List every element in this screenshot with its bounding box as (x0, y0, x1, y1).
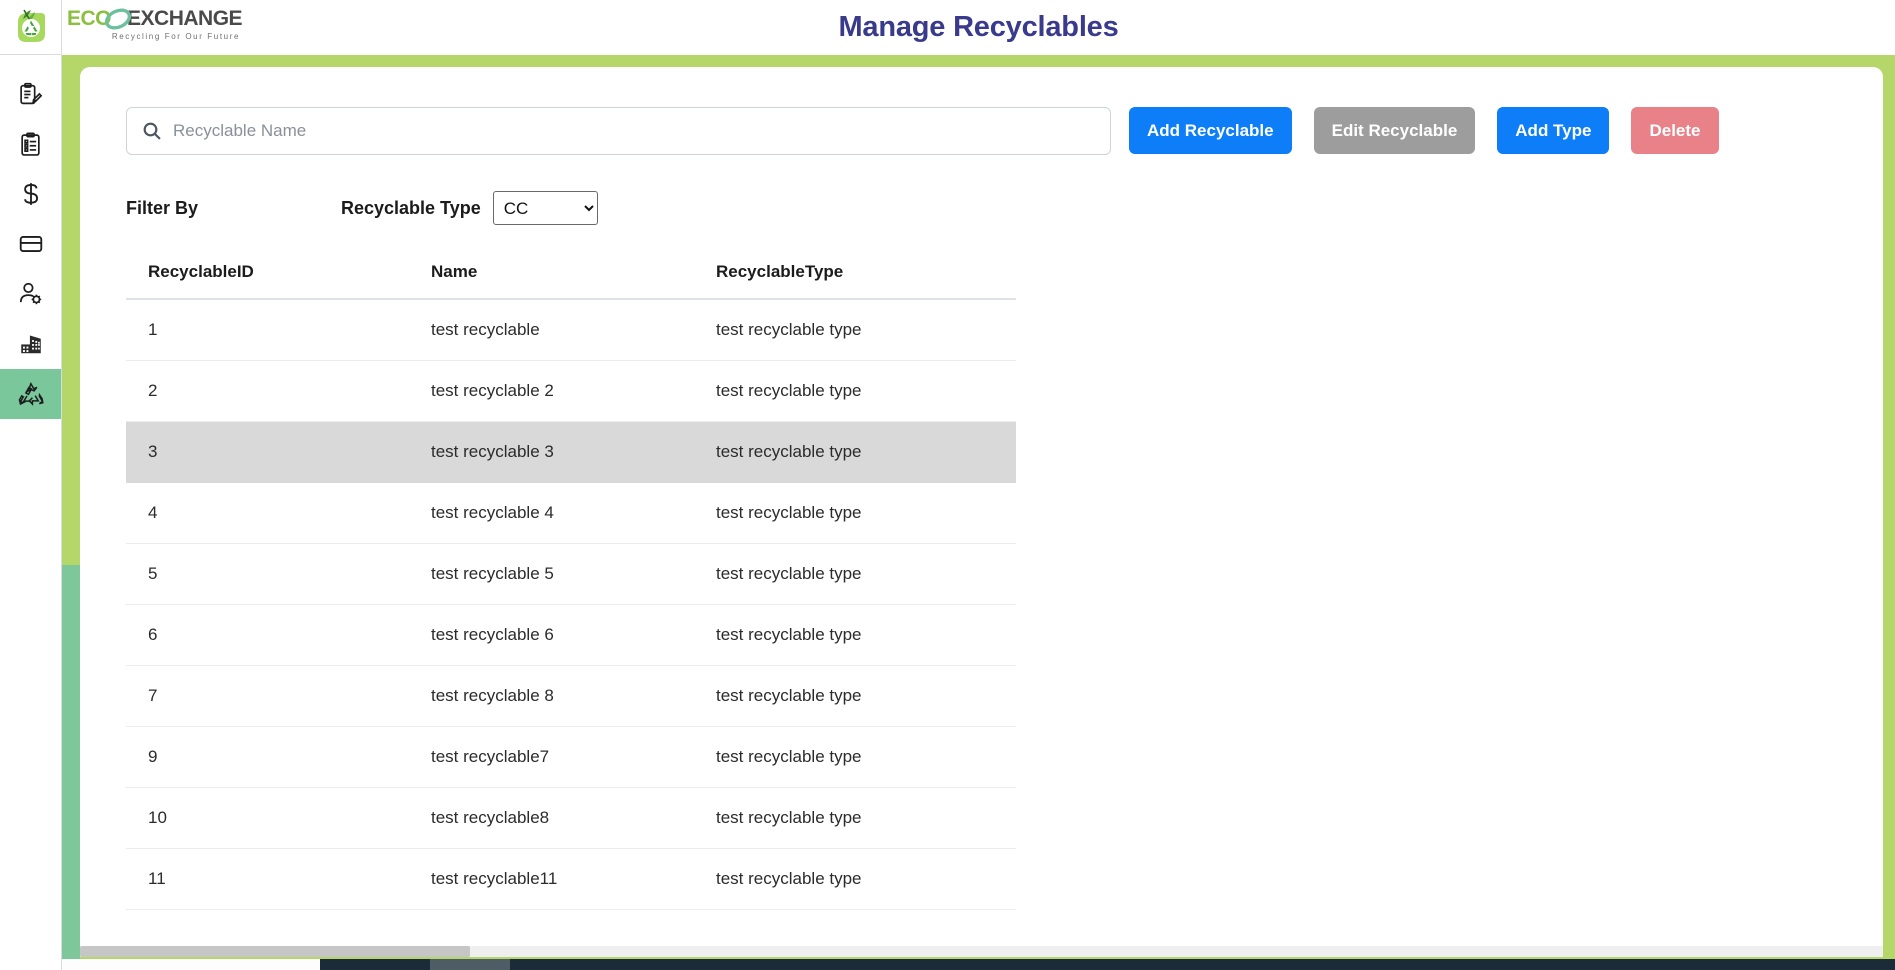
brand-exchange-text: EXCHANGE (127, 7, 243, 30)
add-recyclable-button[interactable]: Add Recyclable (1129, 107, 1292, 154)
sidebar-item-users[interactable] (0, 269, 61, 319)
table-row[interactable]: 11 test recyclable11 test recyclable type (126, 848, 1016, 910)
sidebar-item-requests[interactable] (0, 69, 61, 119)
table-row[interactable]: 4 test recyclable 4 test recyclable type (126, 482, 1016, 544)
table-header-row: RecyclableID Name RecyclableType (126, 248, 1016, 300)
cell-type: test recyclable type (716, 726, 1016, 788)
filter-by-label: Filter By (126, 197, 199, 218)
cell-name: test recyclable 5 (431, 543, 716, 605)
cell-name: test recyclable7 (431, 726, 716, 788)
card-icon (19, 236, 42, 252)
cell-name: test recyclable8 (431, 787, 716, 849)
table-head: RecyclableID Name RecyclableType (126, 248, 1016, 300)
column-header-recyclable-type[interactable]: RecyclableType (716, 248, 1016, 300)
recycle-icon (18, 381, 44, 406)
user-settings-icon (19, 282, 41, 305)
table-row[interactable]: 10 test recyclable8 test recyclable type (126, 787, 1016, 849)
sidebar-item-payments[interactable] (0, 169, 61, 219)
app-root: ECO EXCHANGE Recycling For Our Future Ma… (0, 0, 1895, 970)
recyclable-type-label: Recyclable Type (341, 197, 481, 218)
table-row[interactable]: 5 test recyclable 5 test recyclable type (126, 543, 1016, 605)
clipboard-pencil-icon (20, 82, 43, 104)
cell-id: 2 (126, 360, 431, 422)
cell-id: 1 (126, 299, 431, 361)
search-box (126, 107, 1111, 155)
recyclables-table: RecyclableID Name RecyclableType 1 test r… (126, 248, 1016, 910)
filter-row: Filter By Recyclable Type CC (126, 190, 1837, 226)
horizontal-scrollbar-thumb[interactable] (80, 946, 470, 957)
table-row[interactable]: 3 test recyclable 3 test recyclable type (126, 421, 1016, 483)
brand-logo[interactable]: ECO EXCHANGE Recycling For Our Future (67, 7, 243, 41)
cell-type: test recyclable type (716, 299, 1016, 361)
cell-id: 4 (126, 482, 431, 544)
cell-id: 10 (126, 787, 431, 849)
table-row[interactable]: 6 test recyclable 6 test recyclable type (126, 604, 1016, 666)
action-button-group: Add Recyclable Edit Recyclable Add Type … (1129, 107, 1719, 154)
search-input[interactable] (126, 107, 1111, 155)
edit-recyclable-button[interactable]: Edit Recyclable (1313, 107, 1476, 154)
cell-id: 3 (126, 421, 431, 483)
cell-type: test recyclable type (716, 421, 1016, 483)
clipboard-list-icon (21, 132, 40, 156)
column-header-recyclable-id[interactable]: RecyclableID (126, 248, 431, 300)
cell-id: 11 (126, 848, 431, 910)
taskbar (0, 959, 1895, 970)
table-row[interactable]: 2 test recyclable 2 test recyclable type (126, 360, 1016, 422)
cell-type: test recyclable type (716, 360, 1016, 422)
toolbar-row: Add Recyclable Edit Recyclable Add Type … (126, 107, 1837, 155)
cell-name: test recyclable (431, 299, 716, 361)
brand-tagline: Recycling For Our Future (111, 32, 241, 41)
dollar-icon (23, 183, 38, 205)
cell-name: test recyclable 8 (431, 665, 716, 727)
sidebar (0, 0, 62, 970)
cell-name: test recyclable 4 (431, 482, 716, 544)
cell-type: test recyclable type (716, 482, 1016, 544)
building-icon (20, 335, 41, 354)
cell-name: test recyclable11 (431, 848, 716, 910)
recyclable-type-select[interactable]: CC (492, 191, 598, 225)
cell-id: 9 (126, 726, 431, 788)
content-panel: Add Recyclable Edit Recyclable Add Type … (80, 67, 1883, 955)
sidebar-item-companies[interactable] (0, 319, 61, 369)
delete-button[interactable]: Delete (1631, 107, 1719, 154)
table-body: 1 test recyclable test recyclable type 2 tes… (126, 299, 1016, 910)
sidebar-logo[interactable] (0, 0, 61, 55)
cell-type: test recyclable type (716, 543, 1016, 605)
cell-id: 7 (126, 665, 431, 727)
page-title: Manage Recyclables (838, 11, 1119, 43)
cell-type: test recyclable type (716, 604, 1016, 666)
cell-name: test recyclable 2 (431, 360, 716, 422)
cell-id: 5 (126, 543, 431, 605)
table-row[interactable]: 1 test recyclable test recyclable type (126, 299, 1016, 361)
cell-type: test recyclable type (716, 665, 1016, 727)
horizontal-scrollbar-track[interactable] (80, 946, 1883, 957)
table-row[interactable]: 9 test recyclable7 test recyclable type (126, 726, 1016, 788)
brand-swoosh-icon (104, 8, 132, 30)
sidebar-item-cards[interactable] (0, 219, 61, 269)
column-header-name[interactable]: Name (431, 248, 716, 300)
cell-name: test recyclable 6 (431, 604, 716, 666)
cell-id: 6 (126, 604, 431, 666)
sidebar-item-recyclables[interactable] (0, 369, 61, 419)
taskbar-segment-grey (430, 959, 510, 970)
sidebar-item-orders[interactable] (0, 119, 61, 169)
eco-leaf-recycle-logo-icon (17, 9, 45, 42)
sidebar-nav (0, 55, 61, 419)
cell-name: test recyclable 3 (431, 421, 716, 483)
table-row[interactable]: 7 test recyclable 8 test recyclable type (126, 665, 1016, 727)
cell-type: test recyclable type (716, 848, 1016, 910)
cell-type: test recyclable type (716, 787, 1016, 849)
add-type-button[interactable]: Add Type (1497, 107, 1610, 154)
topbar: ECO EXCHANGE Recycling For Our Future Ma… (62, 0, 1895, 55)
teal-frame-accent (62, 565, 80, 960)
